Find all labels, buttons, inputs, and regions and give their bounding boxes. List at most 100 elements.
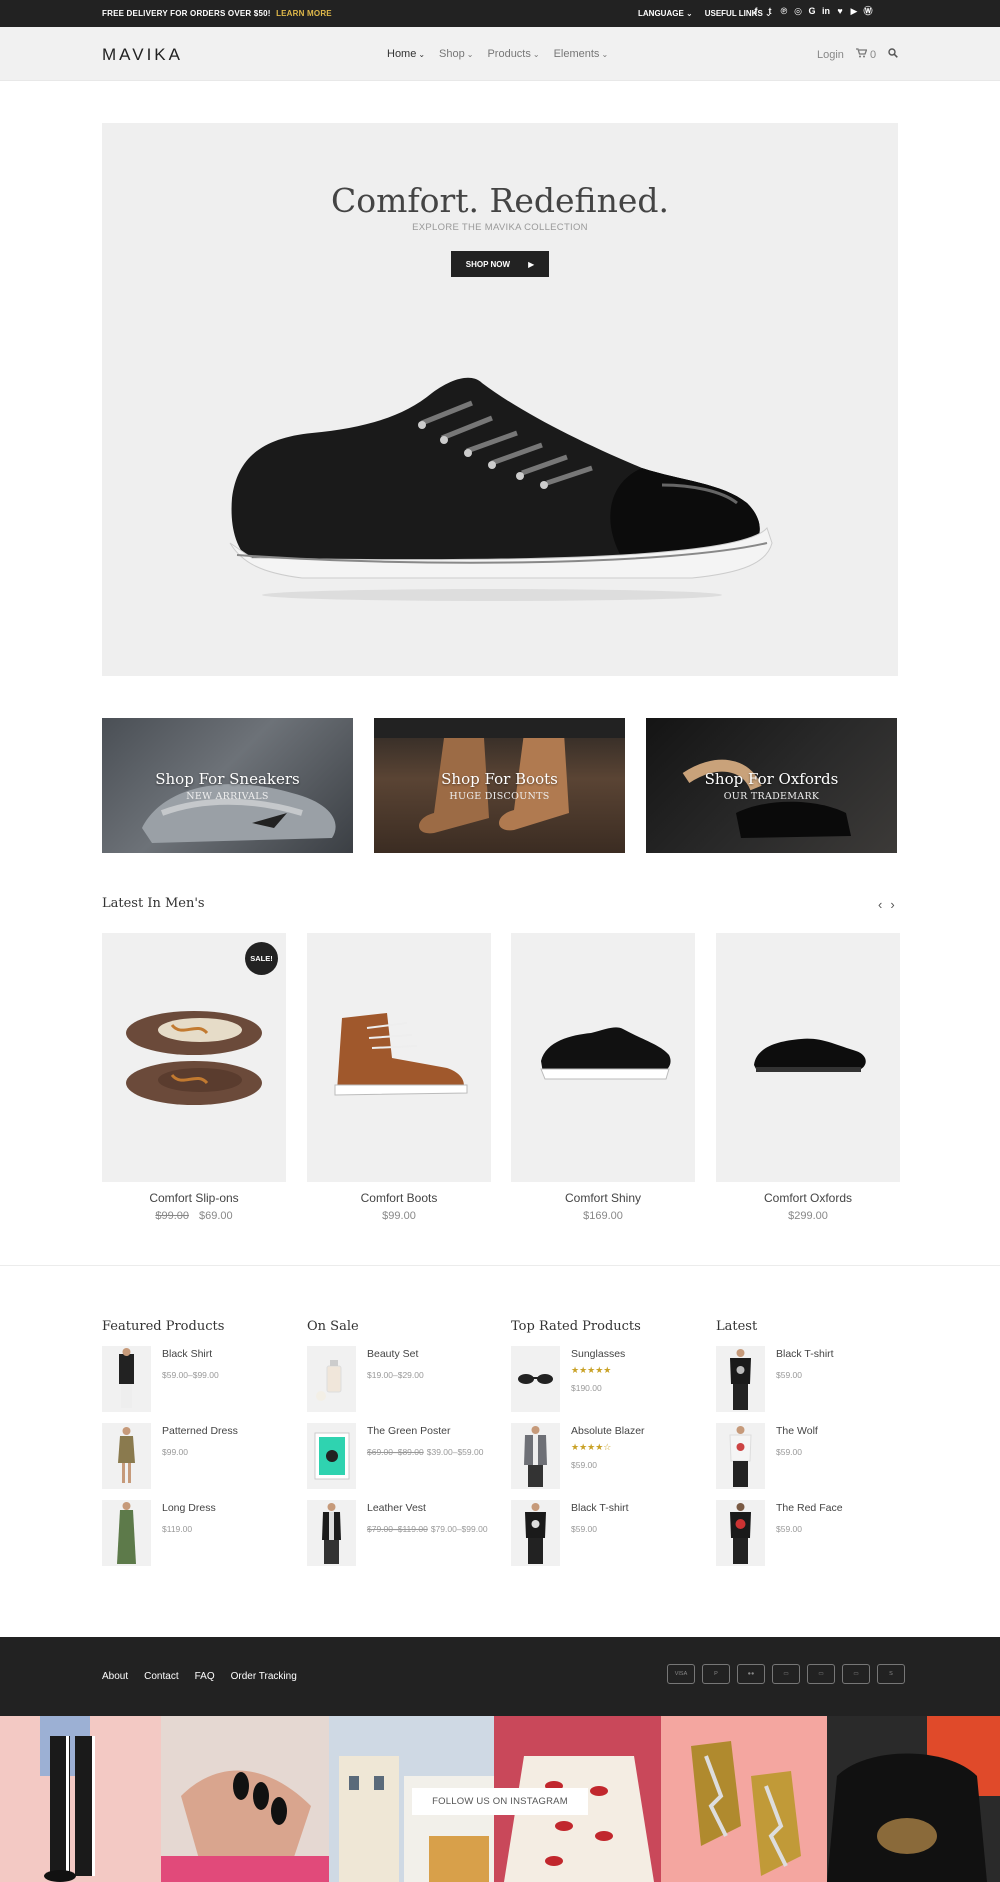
list-item[interactable]: Black T-shirt $59.00 (511, 1500, 711, 1577)
footer-link-contact[interactable]: Contact (144, 1671, 178, 1682)
product-name[interactable]: Comfort Boots (307, 1191, 491, 1205)
nav-item-shop[interactable]: Shop ⌄ (439, 48, 473, 60)
product-thumbnail[interactable] (511, 1423, 560, 1489)
wordpress-icon[interactable]: Ⓦ (863, 6, 873, 17)
product-thumbnail[interactable] (307, 1423, 356, 1489)
product-name[interactable]: Long Dress (162, 1502, 216, 1514)
boots-image (334, 1013, 468, 1096)
product-name[interactable]: Absolute Blazer (571, 1425, 645, 1437)
list-item[interactable]: Black Shirt $59.00–$99.00 (102, 1346, 302, 1423)
search-button[interactable] (888, 48, 898, 61)
list-item[interactable]: The Green Poster $69.00–$89.00 $39.00–$59… (307, 1423, 507, 1500)
product-name[interactable]: The Wolf (776, 1425, 818, 1437)
discover-icon: ▭ (772, 1664, 800, 1684)
chevron-right-icon[interactable]: › (890, 897, 894, 912)
site-logo[interactable]: MAVIKA (102, 45, 183, 65)
list-item[interactable]: Leather Vest $79.00–$119.00 $79.00–$99.00 (307, 1500, 507, 1577)
google-plus-icon[interactable]: G (807, 6, 817, 17)
product-thumbnail[interactable] (511, 1346, 560, 1412)
category-banner-sneakers[interactable]: Shop For Sneakers NEW ARRIVALS (102, 718, 353, 853)
list-item[interactable]: Sunglasses ★★★★★ $190.00 (511, 1346, 711, 1423)
language-menu[interactable]: LANGUAGE ⌄ (638, 9, 693, 18)
product-thumbnail[interactable] (307, 1346, 356, 1412)
hero-banner: Comfort. Redefined. EXPLORE THE MAVIKA C… (102, 123, 898, 676)
list-item[interactable]: Absolute Blazer ★★★★☆ $59.00 (511, 1423, 711, 1500)
instagram-photo[interactable] (827, 1716, 1000, 1882)
current-price: $299.00 (788, 1210, 828, 1222)
cart-button[interactable]: 0 (855, 48, 876, 61)
product-image[interactable] (716, 933, 900, 1182)
product-image[interactable] (307, 933, 491, 1182)
linkedin-icon[interactable]: in (821, 6, 831, 17)
nav-item-products[interactable]: Products ⌄ (487, 48, 539, 60)
product-name[interactable]: Comfort Oxfords (716, 1191, 900, 1205)
product-name[interactable]: Patterned Dress (162, 1425, 238, 1437)
product-thumbnail[interactable] (716, 1500, 765, 1566)
product-name[interactable]: Comfort Shiny (511, 1191, 695, 1205)
pinterest-icon[interactable]: ℗ (779, 6, 789, 17)
product-card[interactable]: Comfort Oxfords $299.00 (716, 933, 900, 1222)
category-banner-oxfords[interactable]: Shop For Oxfords OUR TRADEMARK (646, 718, 897, 853)
list-item[interactable]: Patterned Dress $99.00 (102, 1423, 302, 1500)
product-thumbnail[interactable] (716, 1423, 765, 1489)
product-price: $190.00 (571, 1383, 602, 1393)
star-rating: ★★★★★ (571, 1365, 612, 1375)
product-thumbnail[interactable] (307, 1500, 356, 1566)
footer-link-about[interactable]: About (102, 1671, 128, 1682)
login-link[interactable]: Login (817, 49, 844, 61)
product-card[interactable]: Comfort Shiny $169.00 (511, 933, 695, 1222)
youtube-icon[interactable]: ▶ (849, 6, 859, 17)
cart-icon (855, 48, 868, 58)
star-rating: ★★★★☆ (571, 1442, 612, 1452)
promo-banner: FREE DELIVERY FOR ORDERS OVER $50! LEARN… (102, 9, 332, 18)
list-item[interactable]: The Wolf $59.00 (716, 1423, 916, 1500)
nav-item-home[interactable]: Home ⌄ (387, 48, 425, 60)
top-rated-widget: Top Rated Products Sunglasses ★★★★★ $190… (511, 1319, 711, 1577)
widget-title: Top Rated Products (511, 1319, 641, 1334)
footer-link-order-tracking[interactable]: Order Tracking (231, 1671, 297, 1682)
product-image[interactable] (511, 933, 695, 1182)
list-item[interactable]: Long Dress $119.00 (102, 1500, 302, 1577)
product-name[interactable]: Black Shirt (162, 1348, 212, 1360)
product-name[interactable]: Black T-shirt (571, 1502, 629, 1514)
instagram-photo[interactable] (161, 1716, 329, 1882)
product-name[interactable]: Comfort Slip-ons (102, 1191, 286, 1205)
learn-more-link[interactable]: LEARN MORE (276, 9, 332, 18)
follow-instagram-button[interactable]: FOLLOW US ON INSTAGRAM (412, 1788, 588, 1815)
nav-item-elements[interactable]: Elements ⌄ (554, 48, 609, 60)
shop-now-button[interactable]: SHOP NOW ▶ (451, 251, 549, 277)
chevron-left-icon[interactable]: ‹ (878, 897, 882, 912)
list-item[interactable]: Black T-shirt $59.00 (716, 1346, 916, 1423)
product-price: $99.00 (162, 1447, 188, 1457)
play-arrow-icon: ▶ (528, 259, 535, 269)
category-banner-boots[interactable]: Shop For Boots HUGE DISCOUNTS (374, 718, 625, 853)
product-name[interactable]: Beauty Set (367, 1348, 418, 1360)
product-name[interactable]: Leather Vest (367, 1502, 426, 1514)
product-card[interactable]: SALE! Comfort Slip-ons $99.00 $69.00 (102, 933, 286, 1222)
product-thumbnail[interactable] (716, 1346, 765, 1412)
hero-subtitle: EXPLORE THE MAVIKA COLLECTION (412, 222, 588, 233)
product-price: $299.00 (716, 1210, 900, 1222)
product-name[interactable]: The Red Face (776, 1502, 843, 1514)
product-price: $119.00 (162, 1524, 193, 1534)
product-name[interactable]: Black T-shirt (776, 1348, 834, 1360)
list-item[interactable]: Beauty Set $19.00–$29.00 (307, 1346, 507, 1423)
heart-icon[interactable]: ♥ (835, 6, 845, 17)
facebook-icon[interactable]: f (751, 6, 761, 17)
twitter-icon[interactable]: t (765, 6, 775, 17)
product-name[interactable]: Sunglasses (571, 1348, 625, 1360)
list-item[interactable]: The Red Face $59.00 (716, 1500, 916, 1577)
instagram-photo[interactable] (661, 1716, 827, 1882)
product-image[interactable]: SALE! (102, 933, 286, 1182)
product-thumbnail[interactable] (511, 1500, 560, 1566)
instagram-photo[interactable] (0, 1716, 161, 1882)
chevron-down-icon: ⌄ (418, 50, 426, 59)
instagram-icon[interactable]: ◎ (793, 6, 803, 17)
product-thumbnail[interactable] (102, 1346, 151, 1412)
product-thumbnail[interactable] (102, 1500, 151, 1566)
product-name[interactable]: The Green Poster (367, 1425, 450, 1437)
footer-link-faq[interactable]: FAQ (195, 1671, 215, 1682)
product-card[interactable]: Comfort Boots $99.00 (307, 933, 491, 1222)
product-price: $69.00–$89.00 $39.00–$59.00 (367, 1447, 483, 1457)
product-thumbnail[interactable] (102, 1423, 151, 1489)
